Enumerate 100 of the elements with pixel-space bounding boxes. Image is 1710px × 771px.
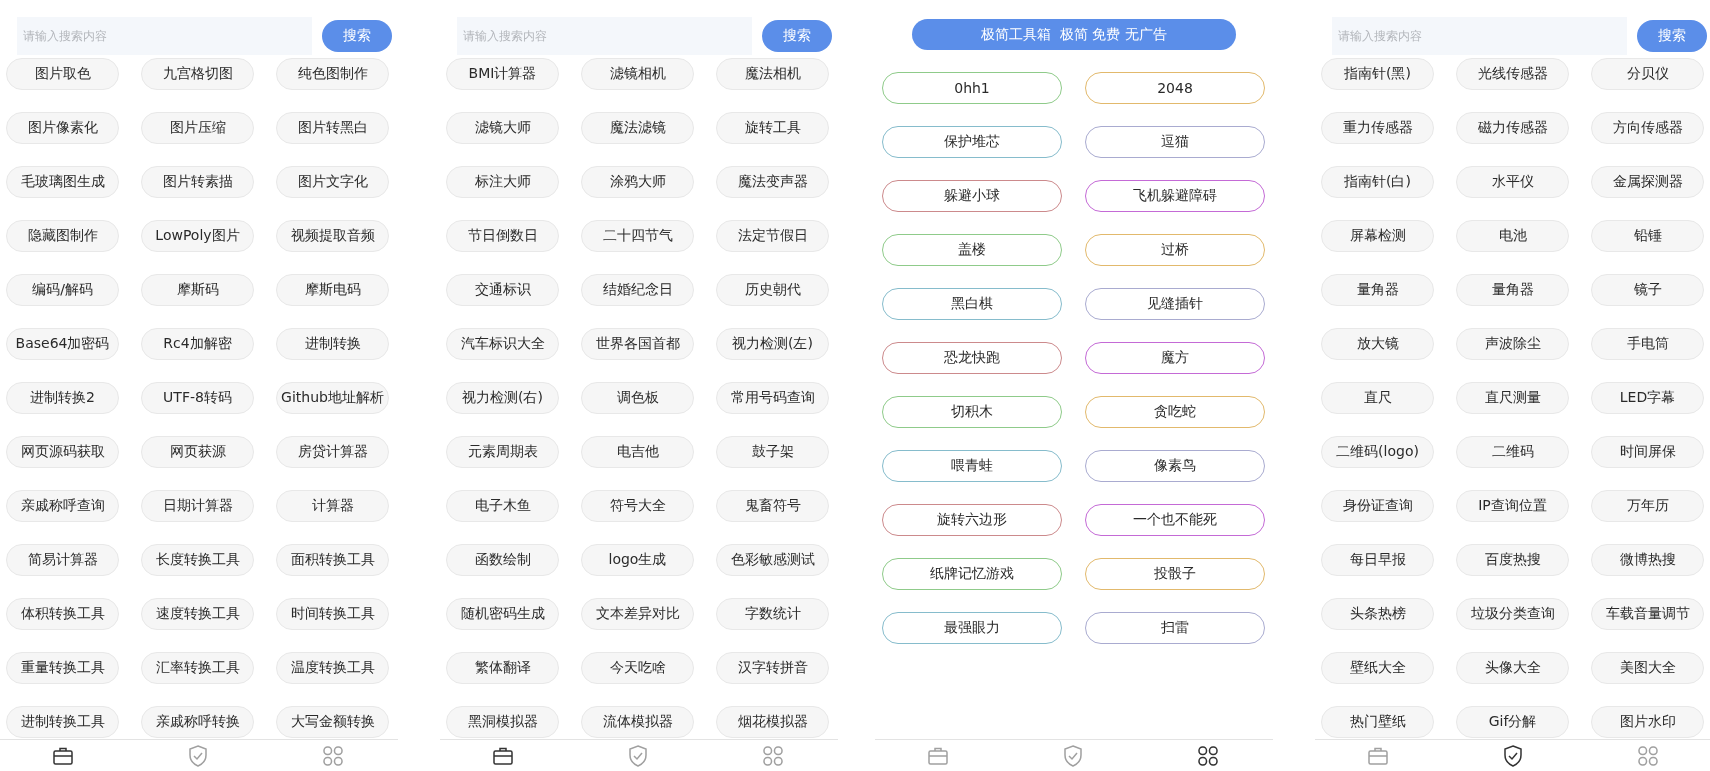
game-button[interactable]: 恐龙快跑 <box>882 342 1062 374</box>
tool-button[interactable]: 速度转换工具 <box>141 598 254 630</box>
tool-button[interactable]: 方向传感器 <box>1591 112 1704 144</box>
tool-button[interactable]: 今天吃啥 <box>581 652 694 684</box>
tool-button[interactable]: BMI计算器 <box>446 58 559 90</box>
tool-button[interactable]: 垃圾分类查询 <box>1456 598 1569 630</box>
tool-button[interactable]: 进制转换工具 <box>6 706 119 738</box>
tool-button[interactable]: 微博热搜 <box>1591 544 1704 576</box>
tool-button[interactable]: Gif分解 <box>1456 706 1569 738</box>
tool-button[interactable]: 万年历 <box>1591 490 1704 522</box>
game-button[interactable]: 贪吃蛇 <box>1085 396 1265 428</box>
tool-button[interactable]: 计算器 <box>276 490 389 522</box>
tool-button[interactable]: 水平仪 <box>1456 166 1569 198</box>
tool-button[interactable]: 滤镜大师 <box>446 112 559 144</box>
tool-button[interactable]: 电池 <box>1456 220 1569 252</box>
tool-button[interactable]: 简易计算器 <box>6 544 119 576</box>
tool-button[interactable]: 量角器 <box>1321 274 1434 306</box>
tool-button[interactable]: 元素周期表 <box>446 436 559 468</box>
game-button[interactable]: 最强眼力 <box>882 612 1062 644</box>
tool-button[interactable]: 美图大全 <box>1591 652 1704 684</box>
tool-button[interactable]: 图片压缩 <box>141 112 254 144</box>
tool-button[interactable]: 涂鸦大师 <box>581 166 694 198</box>
tool-button[interactable]: UTF-8转码 <box>141 382 254 414</box>
tool-button[interactable]: Rc4加解密 <box>141 328 254 360</box>
tool-button[interactable]: 量角器 <box>1456 274 1569 306</box>
tool-button[interactable]: 文本差异对比 <box>581 598 694 630</box>
game-button[interactable]: 盖楼 <box>882 234 1062 266</box>
tool-button[interactable]: 金属探测器 <box>1591 166 1704 198</box>
tool-button[interactable]: 进制转换 <box>276 328 389 360</box>
tool-button[interactable]: 长度转换工具 <box>141 544 254 576</box>
tool-button[interactable]: 烟花模拟器 <box>716 706 829 738</box>
game-button[interactable]: 保护堆芯 <box>882 126 1062 158</box>
tool-button[interactable]: 图片水印 <box>1591 706 1704 738</box>
tool-button[interactable]: 日期计算器 <box>141 490 254 522</box>
tool-button[interactable]: 身份证查询 <box>1321 490 1434 522</box>
tool-button[interactable]: 面积转换工具 <box>276 544 389 576</box>
tool-button[interactable]: 重量转换工具 <box>6 652 119 684</box>
tool-button[interactable]: 重力传感器 <box>1321 112 1434 144</box>
game-button[interactable]: 躲避小球 <box>882 180 1062 212</box>
search-field[interactable]: 请输入搜索内容 <box>1332 17 1627 55</box>
tool-button[interactable]: 滤镜相机 <box>581 58 694 90</box>
tool-button[interactable]: 视频提取音频 <box>276 220 389 252</box>
tool-button[interactable]: 黑洞模拟器 <box>446 706 559 738</box>
tool-button[interactable]: 汇率转换工具 <box>141 652 254 684</box>
tool-button[interactable]: 摩斯码 <box>141 274 254 306</box>
tool-button[interactable]: 魔法滤镜 <box>581 112 694 144</box>
tool-button[interactable]: 壁纸大全 <box>1321 652 1434 684</box>
tool-button[interactable]: 编码/解码 <box>6 274 119 306</box>
tool-button[interactable]: 旋转工具 <box>716 112 829 144</box>
tool-button[interactable]: 亲戚称呼转换 <box>141 706 254 738</box>
tool-button[interactable]: 直尺测量 <box>1456 382 1569 414</box>
tool-button[interactable]: 图片取色 <box>6 58 119 90</box>
game-button[interactable]: 一个也不能死 <box>1085 504 1265 536</box>
tool-button[interactable]: 房贷计算器 <box>276 436 389 468</box>
tool-button[interactable]: 放大镜 <box>1321 328 1434 360</box>
game-button[interactable]: 纸牌记忆游戏 <box>882 558 1062 590</box>
game-button[interactable]: 过桥 <box>1085 234 1265 266</box>
tool-button[interactable]: 屏幕检测 <box>1321 220 1434 252</box>
tool-button[interactable]: 法定节假日 <box>716 220 829 252</box>
tool-button[interactable]: 鬼畜符号 <box>716 490 829 522</box>
tool-button[interactable]: 纯色图制作 <box>276 58 389 90</box>
tool-button[interactable]: 电子木鱼 <box>446 490 559 522</box>
tool-button[interactable]: 视力检测(右) <box>446 382 559 414</box>
game-button[interactable]: 逗猫 <box>1085 126 1265 158</box>
tool-button[interactable]: 历史朝代 <box>716 274 829 306</box>
tool-button[interactable]: 每日早报 <box>1321 544 1434 576</box>
tool-button[interactable]: 图片转素描 <box>141 166 254 198</box>
tool-button[interactable]: 手电筒 <box>1591 328 1704 360</box>
tool-button[interactable]: 指南针(黑) <box>1321 58 1434 90</box>
tool-button[interactable]: 节日倒数日 <box>446 220 559 252</box>
tool-button[interactable]: 时间屏保 <box>1591 436 1704 468</box>
tool-button[interactable]: 随机密码生成 <box>446 598 559 630</box>
tool-button[interactable]: 电吉他 <box>581 436 694 468</box>
tool-button[interactable]: 汽车标识大全 <box>446 328 559 360</box>
game-button[interactable]: 黑白棋 <box>882 288 1062 320</box>
game-button[interactable]: 见缝插针 <box>1085 288 1265 320</box>
game-button[interactable]: 旋转六边形 <box>882 504 1062 536</box>
tool-button[interactable]: 二维码 <box>1456 436 1569 468</box>
tool-button[interactable]: 摩斯电码 <box>276 274 389 306</box>
tool-button[interactable]: 结婚纪念日 <box>581 274 694 306</box>
tool-button[interactable]: 字数统计 <box>716 598 829 630</box>
tool-button[interactable]: 色彩敏感测试 <box>716 544 829 576</box>
game-button[interactable]: 飞机躲避障碍 <box>1085 180 1265 212</box>
tool-button[interactable]: 毛玻璃图生成 <box>6 166 119 198</box>
tool-button[interactable]: logo生成 <box>581 544 694 576</box>
tool-button[interactable]: 繁体翻译 <box>446 652 559 684</box>
tool-button[interactable]: 魔法相机 <box>716 58 829 90</box>
tool-button[interactable]: 图片文字化 <box>276 166 389 198</box>
tool-button[interactable]: 网页源码获取 <box>6 436 119 468</box>
tool-button[interactable]: 温度转换工具 <box>276 652 389 684</box>
tool-button[interactable]: 车载音量调节 <box>1591 598 1704 630</box>
game-button[interactable]: 扫雷 <box>1085 612 1265 644</box>
tool-button[interactable]: 时间转换工具 <box>276 598 389 630</box>
tool-button[interactable]: 光线传感器 <box>1456 58 1569 90</box>
tool-button[interactable]: 世界各国首都 <box>581 328 694 360</box>
game-button[interactable]: 魔方 <box>1085 342 1265 374</box>
tool-button[interactable]: 函数绘制 <box>446 544 559 576</box>
tool-button[interactable]: 汉字转拼音 <box>716 652 829 684</box>
tool-button[interactable]: Base64加密码 <box>6 328 119 360</box>
tool-button[interactable]: Github地址解析 <box>276 382 389 414</box>
